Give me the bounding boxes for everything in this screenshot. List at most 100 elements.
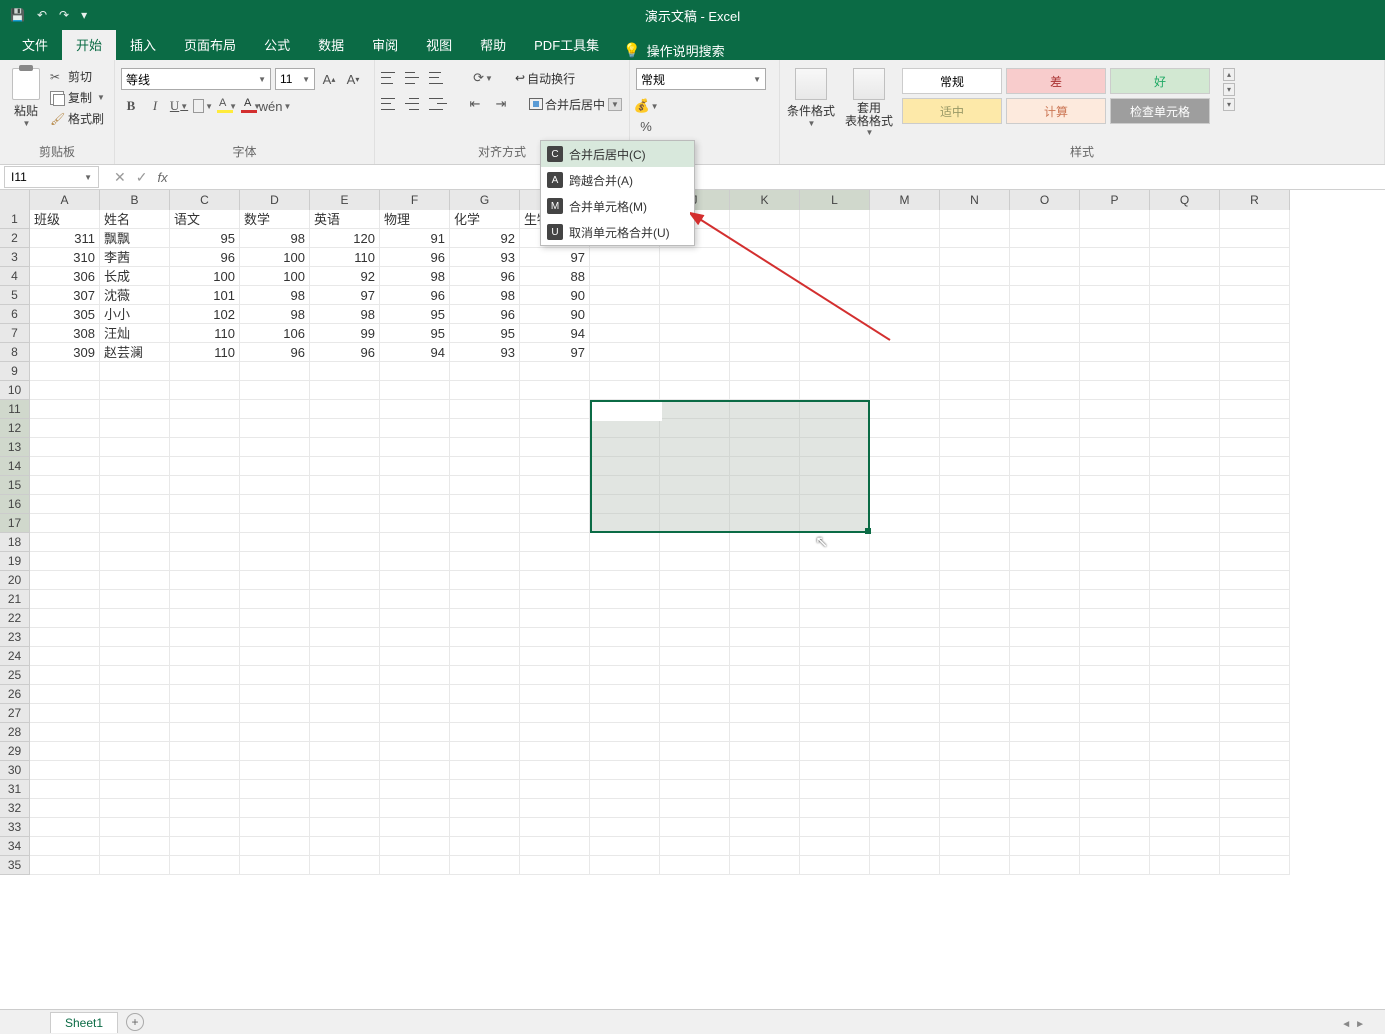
name-box[interactable]: I11▼ — [4, 166, 99, 188]
cell[interactable] — [1150, 818, 1220, 837]
cell[interactable] — [1010, 267, 1080, 286]
row-header[interactable]: 23 — [0, 628, 30, 647]
cell[interactable] — [1010, 324, 1080, 343]
cell[interactable] — [520, 685, 590, 704]
cancel-formula-icon[interactable]: ✕ — [114, 169, 126, 186]
cell[interactable] — [310, 495, 380, 514]
cell[interactable] — [870, 362, 940, 381]
cell[interactable] — [380, 381, 450, 400]
cell[interactable] — [100, 514, 170, 533]
cell[interactable]: 96 — [380, 248, 450, 267]
cell[interactable] — [1150, 400, 1220, 419]
cell[interactable] — [590, 495, 660, 514]
row-header[interactable]: 14 — [0, 457, 30, 476]
cell[interactable] — [870, 780, 940, 799]
cell[interactable] — [660, 799, 730, 818]
row-header[interactable]: 27 — [0, 704, 30, 723]
cell[interactable] — [800, 419, 870, 438]
cell[interactable] — [660, 666, 730, 685]
cell[interactable] — [380, 780, 450, 799]
column-header[interactable]: P — [1080, 190, 1150, 210]
cell[interactable]: 88 — [520, 267, 590, 286]
cell[interactable] — [30, 609, 100, 628]
cell[interactable] — [940, 723, 1010, 742]
cell[interactable] — [1220, 514, 1290, 533]
cell[interactable] — [730, 476, 800, 495]
row-header[interactable]: 11 — [0, 400, 30, 419]
cell[interactable]: 李茜 — [100, 248, 170, 267]
cell[interactable] — [240, 362, 310, 381]
cell[interactable] — [310, 856, 380, 875]
cell[interactable]: 100 — [240, 248, 310, 267]
cell[interactable] — [660, 324, 730, 343]
cell[interactable] — [100, 381, 170, 400]
cell[interactable] — [1080, 419, 1150, 438]
cell[interactable] — [940, 476, 1010, 495]
row-header[interactable]: 32 — [0, 799, 30, 818]
cell[interactable] — [590, 286, 660, 305]
cell[interactable] — [240, 457, 310, 476]
select-all-button[interactable] — [0, 190, 30, 210]
cell[interactable] — [1220, 438, 1290, 457]
cell[interactable] — [450, 400, 520, 419]
cell[interactable] — [800, 552, 870, 571]
cell[interactable] — [800, 590, 870, 609]
conditional-formatting-button[interactable]: 条件格式▼ — [786, 68, 836, 128]
cell[interactable] — [940, 305, 1010, 324]
cell[interactable] — [30, 647, 100, 666]
cell[interactable] — [30, 780, 100, 799]
cell[interactable] — [1220, 457, 1290, 476]
cell[interactable] — [660, 400, 730, 419]
cell[interactable] — [1010, 533, 1080, 552]
cell[interactable] — [30, 533, 100, 552]
cell[interactable] — [240, 552, 310, 571]
cell[interactable]: 93 — [450, 248, 520, 267]
column-header[interactable]: C — [170, 190, 240, 210]
cell[interactable] — [660, 305, 730, 324]
cell[interactable] — [170, 495, 240, 514]
cell[interactable] — [380, 552, 450, 571]
column-header[interactable]: N — [940, 190, 1010, 210]
cell[interactable]: 97 — [520, 248, 590, 267]
accounting-format-button[interactable]: 💰▼ — [636, 96, 656, 116]
cell[interactable] — [450, 419, 520, 438]
cell[interactable] — [100, 837, 170, 856]
insert-function-icon[interactable]: fx — [157, 170, 167, 185]
cell[interactable] — [1010, 780, 1080, 799]
cell[interactable] — [1080, 533, 1150, 552]
cell[interactable] — [660, 286, 730, 305]
cell[interactable] — [170, 837, 240, 856]
cell[interactable] — [800, 286, 870, 305]
cell[interactable] — [730, 229, 800, 248]
cell[interactable] — [100, 419, 170, 438]
phonetic-button[interactable]: wén▼ — [265, 96, 285, 116]
cell[interactable] — [100, 818, 170, 837]
cell[interactable]: 小小 — [100, 305, 170, 324]
increase-indent-button[interactable]: ⇥ — [491, 94, 511, 114]
cell[interactable] — [1010, 400, 1080, 419]
cell[interactable] — [170, 438, 240, 457]
cell[interactable] — [310, 761, 380, 780]
cell[interactable] — [310, 666, 380, 685]
cell[interactable] — [870, 305, 940, 324]
cell[interactable] — [30, 856, 100, 875]
cell[interactable]: 99 — [310, 324, 380, 343]
cell[interactable] — [1080, 837, 1150, 856]
cell[interactable] — [730, 647, 800, 666]
cell[interactable] — [870, 533, 940, 552]
cell[interactable] — [940, 533, 1010, 552]
cell[interactable] — [800, 761, 870, 780]
cell[interactable] — [660, 495, 730, 514]
cell[interactable] — [870, 514, 940, 533]
cell[interactable] — [590, 324, 660, 343]
cell[interactable] — [520, 552, 590, 571]
cell[interactable] — [310, 590, 380, 609]
cell[interactable] — [800, 267, 870, 286]
cell[interactable] — [730, 457, 800, 476]
cell[interactable] — [30, 419, 100, 438]
cell[interactable]: 汪灿 — [100, 324, 170, 343]
align-center-button[interactable] — [405, 96, 423, 112]
cell[interactable] — [30, 723, 100, 742]
cell[interactable] — [310, 419, 380, 438]
cell[interactable]: 309 — [30, 343, 100, 362]
